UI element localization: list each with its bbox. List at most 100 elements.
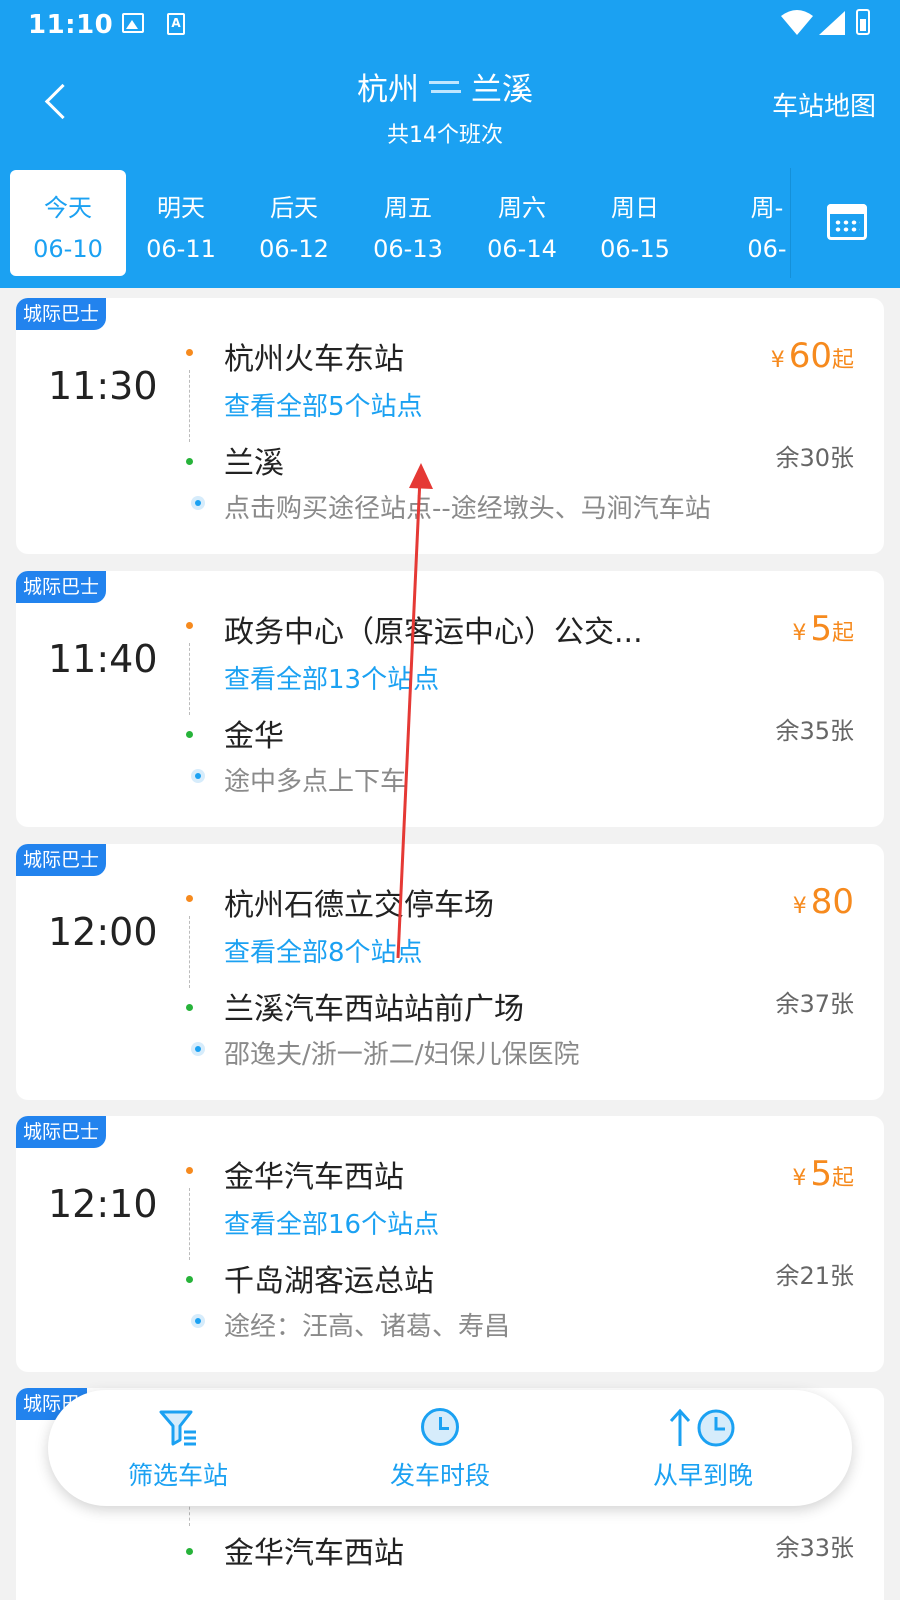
trip-note: 途经：汪高、诸葛、寿昌 xyxy=(224,1312,511,1342)
currency-symbol: ¥ xyxy=(792,621,807,646)
date-tab[interactable]: 后天 06-12 xyxy=(236,170,352,276)
date-value: 06- xyxy=(747,235,787,263)
route-line xyxy=(189,370,190,442)
route-line xyxy=(189,916,190,988)
price: ¥ 5 起 xyxy=(792,609,854,649)
sort-label: 从早到晚 xyxy=(652,1461,753,1490)
date-day: 后天 xyxy=(270,194,318,222)
price: ¥ 80 xyxy=(793,882,854,922)
trip-card[interactable]: 城际巴士 12:00 杭州石德立交停车场 查看全部8个站点 兰溪汽车西站站前广场… xyxy=(16,844,884,1100)
view-stops-link[interactable]: 查看全部5个站点 xyxy=(224,386,423,423)
trip-note: 点击购买途径站点--途经墩头、马涧汽车站 xyxy=(224,494,711,524)
time-slot-label: 发车时段 xyxy=(389,1461,490,1490)
destination-station: 金华汽车西站 xyxy=(224,1536,404,1571)
seats-remaining: 余37张 xyxy=(775,990,854,1018)
date-tab-today[interactable]: 今天 06-10 xyxy=(10,170,126,276)
swap-icon[interactable] xyxy=(429,77,461,97)
trip-card[interactable]: 城际巴士 11:30 杭州火车东站 查看全部5个站点 兰溪 点击购买途径站点--… xyxy=(16,298,884,554)
destination-station: 千岛湖客运总站 xyxy=(224,1264,434,1299)
destination-station: 兰溪汽车西站站前广场 xyxy=(224,992,524,1027)
origin-station: 政务中心（原客运中心）公交... xyxy=(224,615,643,650)
bus-type-badge: 城际巴士 xyxy=(16,571,107,603)
back-button[interactable] xyxy=(38,78,78,126)
date-value: 06-13 xyxy=(373,235,443,263)
battery-icon xyxy=(856,9,870,35)
route-line xyxy=(189,643,190,715)
destination-dot-icon xyxy=(186,1004,193,1011)
trip-note: 途中多点上下车 xyxy=(224,767,407,797)
filter-icon xyxy=(88,1408,268,1450)
trip-card[interactable]: 城际巴士 11:40 政务中心（原客运中心）公交... 查看全部13个站点 金华… xyxy=(16,571,884,827)
filter-station-label: 筛选车站 xyxy=(127,1461,228,1490)
origin-dot-icon xyxy=(186,622,193,629)
destination-dot-icon xyxy=(186,458,193,465)
sort-ascending-icon xyxy=(613,1408,793,1450)
date-tab[interactable]: 周五 06-13 xyxy=(350,170,466,276)
date-day: 明天 xyxy=(157,194,205,222)
route-title: 杭州 兰溪 xyxy=(300,64,590,109)
departure-time: 12:10 xyxy=(48,1182,158,1226)
seats-remaining: 余21张 xyxy=(775,1262,854,1290)
origin-dot-icon xyxy=(186,349,193,356)
signal-icon xyxy=(819,11,845,35)
bus-type-badge: 城际巴士 xyxy=(16,844,107,876)
date-bar: 今天 06-10 明天 06-11 后天 06-12 周五 06-13 周六 0… xyxy=(0,168,900,288)
date-tab-partial[interactable]: 周- 06- xyxy=(740,168,790,278)
origin-station: 金华汽车西站 xyxy=(224,1160,404,1195)
departure-time-slot-button[interactable]: 发车时段 xyxy=(350,1408,530,1492)
date-tab[interactable]: 周六 06-14 xyxy=(464,170,580,276)
seats-remaining: 余30张 xyxy=(775,444,854,472)
info-dot-icon xyxy=(191,769,205,783)
date-value: 06-10 xyxy=(33,235,103,263)
view-stops-link[interactable]: 查看全部16个站点 xyxy=(224,1204,439,1241)
view-stops-link[interactable]: 查看全部13个站点 xyxy=(224,659,439,696)
view-stops-link[interactable]: 查看全部8个站点 xyxy=(224,932,423,969)
date-tab[interactable]: 明天 06-11 xyxy=(123,170,239,276)
departure-time: 12:00 xyxy=(48,910,158,954)
date-day: 周五 xyxy=(384,194,432,222)
image-notification-icon xyxy=(122,13,144,33)
calendar-button[interactable] xyxy=(790,168,900,278)
date-tab-partial-inner: 周- 06- xyxy=(740,170,790,276)
price-suffix: 起 xyxy=(831,1166,854,1191)
price-suffix: 起 xyxy=(831,348,854,373)
seats-remaining: 余35张 xyxy=(775,717,854,745)
departure-time: 11:40 xyxy=(48,637,158,681)
price-amount: 5 xyxy=(810,1154,832,1194)
date-day: 周六 xyxy=(498,194,546,222)
app-notification-icon: A xyxy=(167,13,185,35)
filter-station-button[interactable]: 筛选车站 xyxy=(88,1408,268,1492)
wifi-icon xyxy=(781,10,813,35)
clock-icon xyxy=(350,1408,530,1450)
date-day: 周日 xyxy=(611,194,659,222)
calendar-icon xyxy=(827,204,867,240)
currency-symbol: ¥ xyxy=(792,894,807,919)
bus-type-badge: 城际巴士 xyxy=(16,298,107,330)
seats-remaining: 余33张 xyxy=(775,1534,854,1562)
destination-station: 金华 xyxy=(224,719,284,754)
date-value: 06-11 xyxy=(146,235,216,263)
date-day: 今天 xyxy=(44,194,92,222)
info-dot-icon xyxy=(191,1314,205,1328)
date-tab[interactable]: 周日 06-15 xyxy=(577,170,693,276)
price-amount: 80 xyxy=(810,882,854,922)
price-suffix: 起 xyxy=(831,621,854,646)
destination-dot-icon xyxy=(186,731,193,738)
info-dot-icon xyxy=(191,496,205,510)
bottom-action-bar: 筛选车站 发车时段 从早到晚 xyxy=(48,1390,852,1506)
route-title-block: 杭州 兰溪 共14个班次 xyxy=(300,64,590,149)
date-day: 周- xyxy=(750,194,784,222)
destination-station: 兰溪 xyxy=(224,446,284,481)
status-bar: 11:10 A xyxy=(0,0,900,50)
origin-dot-icon xyxy=(186,895,193,902)
route-line xyxy=(189,1188,190,1260)
price: ¥ 60 起 xyxy=(771,336,854,376)
date-value: 06-15 xyxy=(600,235,670,263)
station-map-button[interactable]: 车站地图 xyxy=(772,86,876,123)
price-amount: 60 xyxy=(788,336,832,376)
status-time: 11:10 xyxy=(28,10,114,40)
sort-button[interactable]: 从早到晚 xyxy=(613,1408,793,1492)
trip-count: 共14个班次 xyxy=(387,123,503,148)
departure-time: 11:30 xyxy=(48,364,158,408)
trip-card[interactable]: 城际巴士 12:10 金华汽车西站 查看全部16个站点 千岛湖客运总站 途经：汪… xyxy=(16,1116,884,1372)
